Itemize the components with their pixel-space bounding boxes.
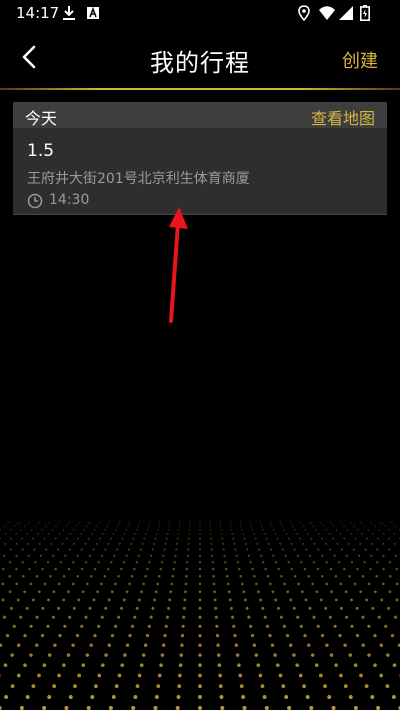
status-bar: 14:17 [0, 0, 400, 28]
annotation-arrow-icon [169, 207, 188, 323]
download-icon [63, 6, 75, 20]
section-header-today: 今天 查看地图 [13, 102, 387, 128]
trip-time: 14:30 [49, 192, 90, 208]
wifi-icon [319, 6, 335, 20]
location-icon [298, 5, 310, 21]
app-header: 我的行程 创建 [0, 28, 400, 88]
signal-icon [339, 6, 353, 20]
trip-address: 王府井大街201号北京利生体育商厦 [27, 171, 250, 187]
decorative-dotted-floor [0, 521, 400, 710]
section-label: 今天 [25, 109, 58, 128]
create-button[interactable]: 创建 [342, 47, 378, 73]
app-icon [87, 6, 99, 19]
trip-title: 1.5 [27, 141, 55, 161]
trip-card[interactable]: 1.5 王府井大街201号北京利生体育商厦 14:30 [13, 128, 387, 215]
clock-icon [27, 193, 43, 209]
header-divider [0, 88, 400, 90]
page-title: 我的行程 [150, 49, 250, 77]
view-map-button[interactable]: 查看地图 [311, 105, 375, 129]
status-time: 14:17 [16, 4, 60, 22]
battery-icon [360, 5, 370, 21]
